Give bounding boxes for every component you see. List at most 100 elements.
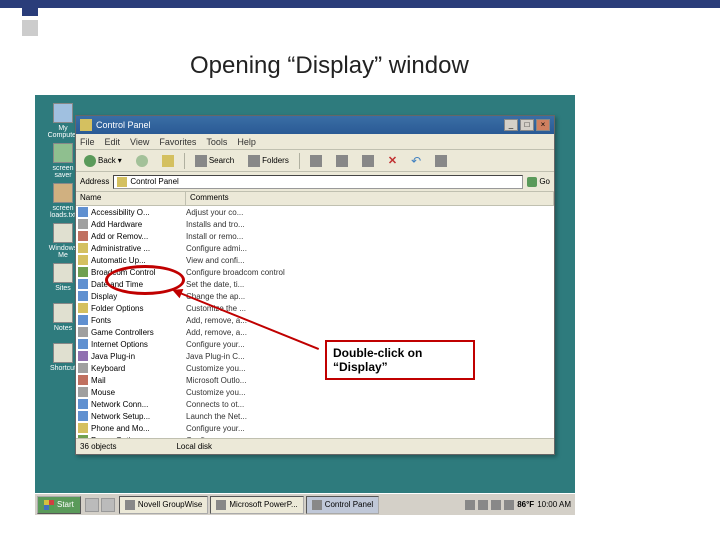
list-item-fonts[interactable]: FontsAdd, remove, a... — [76, 314, 554, 326]
go-icon — [527, 177, 537, 187]
quick-launch — [85, 498, 115, 512]
start-button[interactable]: Start — [37, 496, 81, 514]
list-item-date-and-time[interactable]: Date and TimeSet the date, ti... — [76, 278, 554, 290]
item-comment: Configure your... — [186, 424, 554, 433]
list-item-phone-and-mo-[interactable]: Phone and Mo...Configure your... — [76, 422, 554, 434]
list-item-folder-options[interactable]: Folder OptionsCustomize the ... — [76, 302, 554, 314]
quick-launch-item[interactable] — [101, 498, 115, 512]
item-icon — [78, 291, 88, 301]
taskbar-task[interactable]: Control Panel — [306, 496, 379, 514]
properties-button[interactable] — [431, 153, 451, 169]
go-button[interactable]: Go — [527, 177, 550, 187]
list-item-network-conn-[interactable]: Network Conn...Connects to ot... — [76, 398, 554, 410]
slide-title: Opening “Display” window — [190, 52, 469, 80]
views-button[interactable] — [306, 153, 326, 169]
back-icon — [84, 155, 96, 167]
list-item-mail[interactable]: MailMicrosoft Outlo... — [76, 374, 554, 386]
file-icon — [53, 143, 73, 163]
up-button[interactable] — [158, 153, 178, 169]
item-name: Keyboard — [91, 364, 186, 373]
search-button[interactable]: Search — [191, 153, 238, 169]
item-comment: Adjust your co... — [186, 208, 554, 217]
column-name[interactable]: Name — [76, 192, 186, 205]
list-item-automatic-up-[interactable]: Automatic Up...View and confi... — [76, 254, 554, 266]
tray-icon[interactable] — [491, 500, 501, 510]
item-icon — [78, 399, 88, 409]
list-item-java-plug-in[interactable]: Java Plug-inJava Plug-in C... — [76, 350, 554, 362]
item-icon — [78, 387, 88, 397]
status-objects: 36 objects — [80, 442, 116, 451]
folder-up-icon — [162, 155, 174, 167]
item-icon — [78, 363, 88, 373]
item-comment: Configure broadcom control — [186, 268, 554, 277]
move-button[interactable] — [332, 153, 352, 169]
item-icon — [78, 351, 88, 361]
menu-file[interactable]: File — [80, 137, 95, 147]
item-name: Java Plug-in — [91, 352, 186, 361]
list-item-game-controllers[interactable]: Game ControllersAdd, remove, a... — [76, 326, 554, 338]
list-item-add-hardware[interactable]: Add HardwareInstalls and tro... — [76, 218, 554, 230]
menu-help[interactable]: Help — [237, 137, 256, 147]
taskbar-task[interactable]: Microsoft PowerP... — [210, 496, 303, 514]
toolbar: Back ▾ Search Folders ✕ ↶ — [76, 150, 554, 172]
callout-box: Double-click on “Display” — [325, 340, 475, 380]
file-icon — [53, 183, 73, 203]
list-item-accessibility-o-[interactable]: Accessibility O...Adjust your co... — [76, 206, 554, 218]
taskbar-task[interactable]: Novell GroupWise — [119, 496, 208, 514]
undo-button[interactable]: ↶ — [407, 152, 425, 170]
item-icon — [78, 243, 88, 253]
task-label: Control Panel — [325, 500, 373, 509]
folders-button[interactable]: Folders — [244, 153, 293, 169]
maximize-button[interactable]: □ — [520, 119, 534, 131]
file-icon — [53, 263, 73, 283]
tray-icon[interactable] — [504, 500, 514, 510]
task-label: Microsoft PowerP... — [229, 500, 297, 509]
quick-launch-item[interactable] — [85, 498, 99, 512]
tray-icon[interactable] — [478, 500, 488, 510]
copy-button[interactable] — [358, 153, 378, 169]
item-icon — [78, 315, 88, 325]
delete-button[interactable]: ✕ — [384, 152, 401, 169]
item-icon — [78, 303, 88, 313]
window-titlebar[interactable]: Control Panel _ □ × — [76, 116, 554, 134]
copy-icon — [362, 155, 374, 167]
item-icon — [78, 423, 88, 433]
window-title: Control Panel — [96, 120, 151, 130]
list-header: Name Comments — [76, 192, 554, 206]
item-icon — [78, 255, 88, 265]
address-input[interactable]: Control Panel — [113, 175, 523, 189]
close-button[interactable]: × — [536, 119, 550, 131]
menu-view[interactable]: View — [130, 137, 149, 147]
move-icon — [336, 155, 348, 167]
menu-edit[interactable]: Edit — [105, 137, 121, 147]
menu-bar: File Edit View Favorites Tools Help — [76, 134, 554, 150]
list-item-display[interactable]: DisplayChange the ap... — [76, 290, 554, 302]
item-comment: Configure admi... — [186, 244, 554, 253]
menu-tools[interactable]: Tools — [206, 137, 227, 147]
task-icon — [312, 500, 322, 510]
back-button[interactable]: Back ▾ — [80, 153, 126, 169]
item-icon — [78, 267, 88, 277]
taskbar-tasks: Novell GroupWise Microsoft PowerP... Contr… — [119, 496, 461, 514]
menu-favorites[interactable]: Favorites — [159, 137, 196, 147]
list-item-keyboard[interactable]: KeyboardCustomize you... — [76, 362, 554, 374]
item-name: Administrative ... — [91, 244, 186, 253]
list-item-broadcom-control[interactable]: Broadcom ControlConfigure broadcom contr… — [76, 266, 554, 278]
tray-icon[interactable] — [465, 500, 475, 510]
column-comment[interactable]: Comments — [186, 192, 554, 205]
task-label: Novell GroupWise — [138, 500, 202, 509]
item-icon — [78, 207, 88, 217]
item-icon — [78, 375, 88, 385]
list-item-add-or-remov-[interactable]: Add or Remov...Install or remo... — [76, 230, 554, 242]
item-name: Fonts — [91, 316, 186, 325]
minimize-button[interactable]: _ — [504, 119, 518, 131]
forward-button[interactable] — [132, 153, 152, 169]
item-icon — [78, 327, 88, 337]
list-item-administrative-[interactable]: Administrative ...Configure admi... — [76, 242, 554, 254]
item-name: Network Setup... — [91, 412, 186, 421]
item-name: Phone and Mo... — [91, 424, 186, 433]
list-item-network-setup-[interactable]: Network Setup...Launch the Net... — [76, 410, 554, 422]
folders-icon — [248, 155, 260, 167]
list-item-mouse[interactable]: MouseCustomize you... — [76, 386, 554, 398]
windows-flag-icon — [44, 500, 54, 510]
